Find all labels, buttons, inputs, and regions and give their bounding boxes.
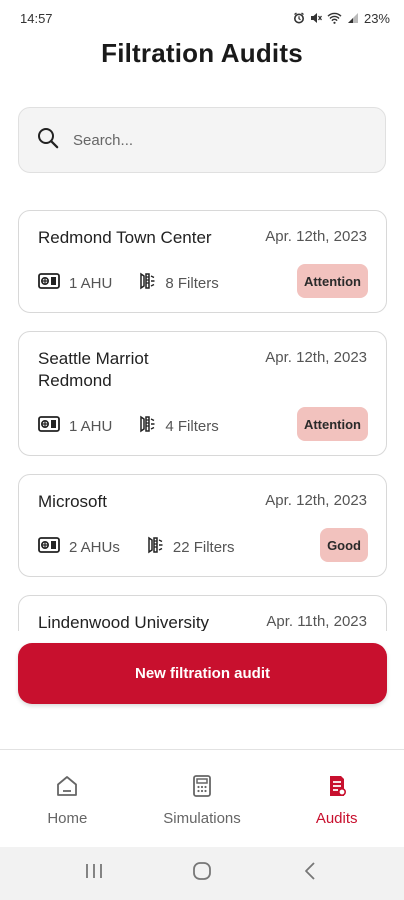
recent-apps-icon bbox=[84, 862, 104, 885]
audit-card[interactable]: Redmond Town Center Apr. 12th, 2023 1 AH… bbox=[18, 210, 387, 313]
nav-label-audits: Audits bbox=[315, 810, 358, 827]
filter-icon bbox=[146, 536, 164, 558]
ahu-count: 1 AHU bbox=[38, 416, 112, 436]
nav-label-simulations: Simulations bbox=[163, 810, 241, 827]
wifi-icon bbox=[327, 12, 342, 24]
search-icon bbox=[37, 127, 59, 154]
audit-meta: 1 AHU 4 Filters bbox=[38, 415, 219, 437]
back-button[interactable] bbox=[285, 854, 335, 894]
filter-count-text: 4 Filters bbox=[165, 417, 219, 435]
system-nav-bar bbox=[0, 847, 404, 900]
nav-item-home[interactable]: Home bbox=[0, 750, 135, 847]
ahu-icon bbox=[38, 273, 60, 293]
search-input[interactable] bbox=[73, 131, 353, 149]
ahu-count-text: 2 AHUs bbox=[69, 538, 120, 556]
filter-icon bbox=[138, 415, 156, 437]
status-icons: 23% bbox=[293, 11, 390, 26]
audit-name: Redmond Town Center bbox=[38, 228, 212, 247]
home-circle-icon bbox=[192, 861, 212, 886]
ahu-count-text: 1 AHU bbox=[69, 274, 113, 292]
bottom-nav: Home Simulations Audits bbox=[0, 749, 404, 847]
battery-level: 23% bbox=[363, 10, 390, 26]
search-bar[interactable] bbox=[18, 107, 386, 173]
nav-item-audits[interactable]: Audits bbox=[269, 750, 404, 847]
filter-count-text: 22 Filters bbox=[172, 538, 235, 556]
audit-meta: 1 AHU 8 Filters bbox=[38, 272, 219, 294]
recent-apps-button[interactable] bbox=[69, 854, 119, 894]
mute-icon bbox=[310, 12, 322, 24]
signal-icon bbox=[347, 12, 359, 24]
audit-name: Microsoft bbox=[38, 492, 107, 511]
audit-card[interactable]: Microsoft Apr. 12th, 2023 2 AHUs 22 Filt… bbox=[18, 474, 387, 577]
status-time: 14:57 bbox=[20, 10, 53, 26]
back-chevron-icon bbox=[303, 861, 317, 886]
audit-card[interactable]: Seattle Marriot Redmond Apr. 12th, 2023 … bbox=[18, 331, 387, 456]
filter-count-text: 8 Filters bbox=[165, 274, 219, 292]
document-icon bbox=[325, 774, 349, 802]
audit-card[interactable]: Lindenwood University Apr. 11th, 2023 bbox=[18, 595, 387, 631]
new-filtration-audit-button[interactable]: New filtration audit bbox=[18, 643, 387, 704]
filter-count: 8 Filters bbox=[138, 272, 219, 294]
filter-count: 4 Filters bbox=[138, 415, 219, 437]
ahu-count: 2 AHUs bbox=[38, 537, 120, 557]
audit-name: Lindenwood University bbox=[38, 613, 210, 631]
nav-item-simulations[interactable]: Simulations bbox=[135, 750, 270, 847]
status-badge: Good bbox=[320, 528, 368, 562]
ahu-count-text: 1 AHU bbox=[69, 417, 113, 435]
status-badge: Attention bbox=[296, 264, 368, 298]
ahu-count: 1 AHU bbox=[38, 273, 112, 293]
home-icon bbox=[55, 774, 79, 802]
audit-meta: 2 AHUs 22 Filters bbox=[38, 536, 235, 558]
audit-date: Apr. 11th, 2023 bbox=[266, 613, 367, 630]
filter-icon bbox=[138, 272, 156, 294]
calculator-icon bbox=[190, 774, 214, 802]
nav-label-home: Home bbox=[47, 810, 88, 827]
ahu-icon bbox=[38, 416, 60, 436]
status-bar: 14:57 23% bbox=[0, 0, 404, 36]
audit-date: Apr. 12th, 2023 bbox=[265, 228, 367, 245]
audit-name: Seattle Marriot Redmond bbox=[38, 349, 149, 390]
page-title: Filtration Audits bbox=[101, 38, 303, 68]
status-badge: Attention bbox=[296, 407, 368, 441]
alarm-icon bbox=[293, 12, 305, 24]
ahu-icon bbox=[38, 537, 60, 557]
home-system-button[interactable] bbox=[177, 854, 227, 894]
audit-date: Apr. 12th, 2023 bbox=[265, 349, 367, 366]
filter-count: 22 Filters bbox=[146, 536, 235, 558]
audit-list: Redmond Town Center Apr. 12th, 2023 1 AH… bbox=[0, 195, 404, 631]
audit-date: Apr. 12th, 2023 bbox=[265, 492, 367, 509]
